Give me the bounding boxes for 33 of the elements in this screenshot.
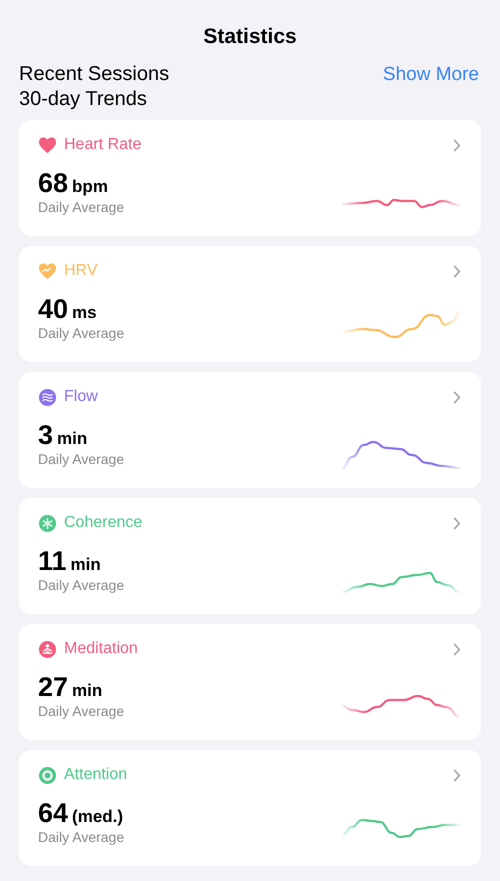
metric-value: 27 min — [38, 672, 104, 702]
metric-caption: Daily Average — [38, 199, 124, 215]
metric-title: Flow — [64, 388, 98, 406]
metric-caption: Daily Average — [38, 325, 124, 341]
trend-card[interactable]: Coherence 11 min Daily Average — [19, 498, 481, 614]
metric-value: 11 min — [38, 546, 102, 576]
chevron-right-icon — [453, 264, 461, 278]
trend-card[interactable]: Attention 64(med.) Daily Average — [19, 750, 481, 866]
metric-title: Heart Rate — [64, 136, 142, 154]
trend-card[interactable]: Heart Rate 68 bpm Daily Average — [19, 120, 481, 236]
chevron-right-icon — [453, 138, 461, 152]
trend-card[interactable]: HRV 40 ms Daily Average — [19, 246, 481, 362]
metric-title: Attention — [64, 766, 128, 784]
chevron-right-icon — [453, 642, 461, 656]
metric-value: 40 ms — [38, 294, 98, 324]
trend-card[interactable]: Flow 3 min Daily Average — [19, 372, 481, 488]
chevron-right-icon — [453, 390, 461, 404]
section-heading: 30-day Trends — [18, 89, 148, 109]
metric-caption: Daily Average — [38, 703, 124, 719]
metric-title: Meditation — [64, 640, 138, 658]
metric-value: 64(med.) — [38, 798, 124, 828]
metric-title: HRV — [64, 262, 98, 280]
metric-value: 68 bpm — [38, 168, 109, 198]
metric-title: Coherence — [64, 514, 142, 532]
section-heading: Recent Sessions — [19, 63, 170, 86]
metric-caption: Daily Average — [38, 577, 124, 593]
metric-caption: Daily Average — [38, 829, 124, 845]
trend-card[interactable]: Meditation 27 min Daily Average — [19, 624, 481, 740]
chevron-right-icon — [453, 768, 461, 782]
page-title: Statistics — [202, 24, 298, 49]
metric-value: 3 min — [38, 420, 88, 450]
chevron-right-icon — [453, 516, 461, 530]
metric-caption: Daily Average — [38, 451, 124, 467]
